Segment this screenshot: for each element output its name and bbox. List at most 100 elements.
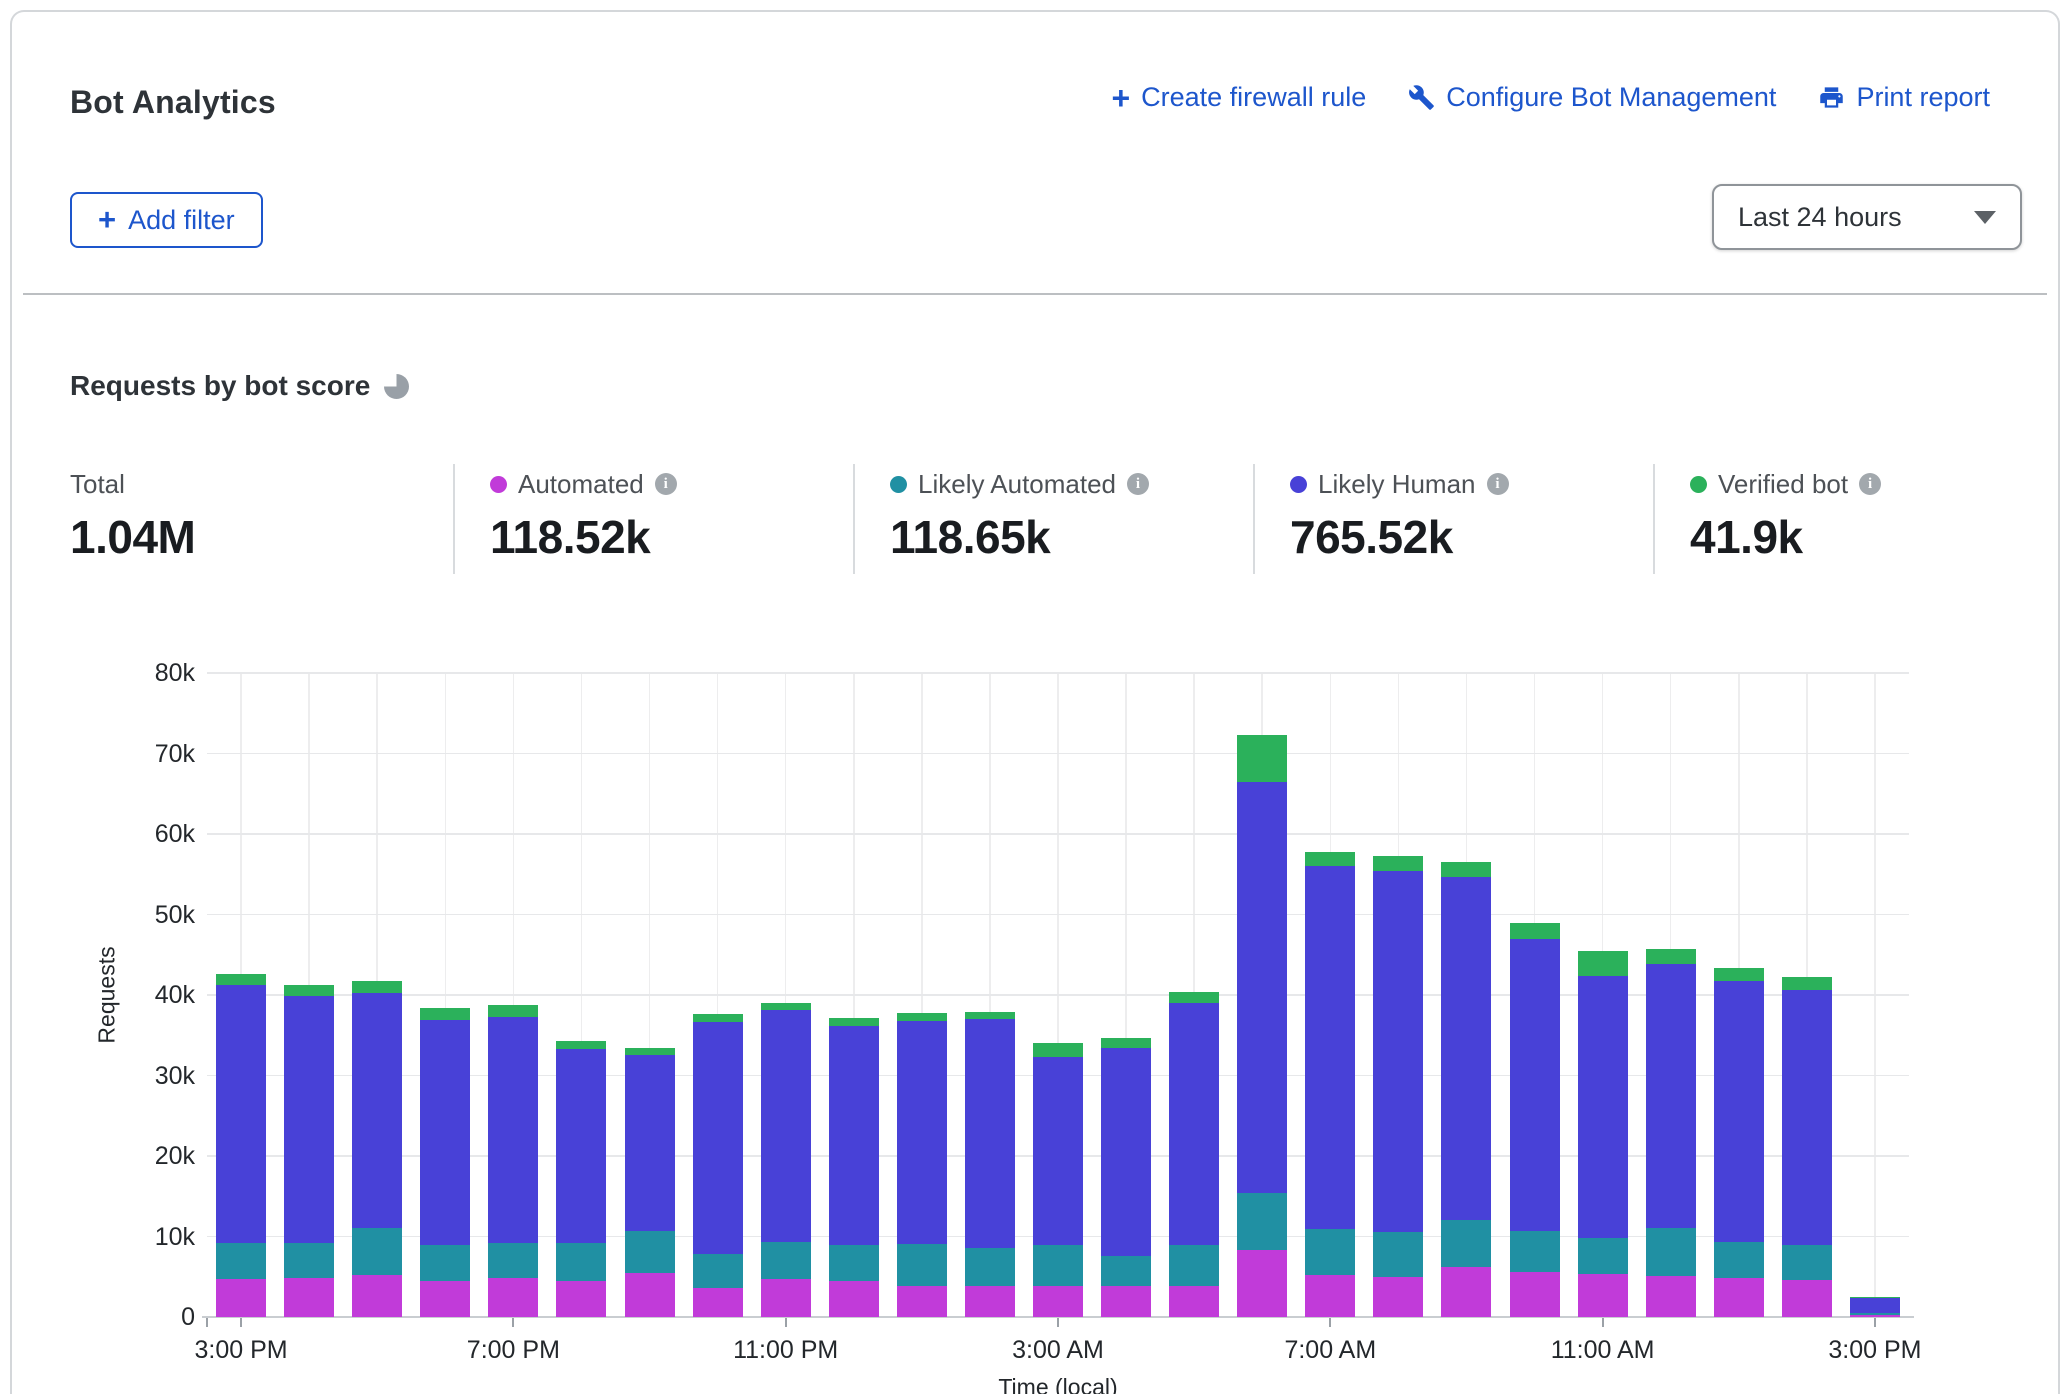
likely-human-segment <box>556 1049 606 1243</box>
x-tick <box>1329 1318 1331 1327</box>
x-tick-label: 3:00 AM <box>968 1336 1148 1365</box>
verified-bot-segment <box>216 974 266 984</box>
likely-automated-segment <box>1305 1229 1355 1275</box>
bar-23[interactable] <box>1782 673 1832 1317</box>
automated-segment <box>1169 1286 1219 1317</box>
bar-15[interactable] <box>1237 673 1287 1317</box>
automated-segment <box>693 1288 743 1317</box>
bot-analytics-card: Bot Analytics + Create firewall rule Con… <box>10 10 2060 1394</box>
y-tick-label: 80k <box>100 659 195 687</box>
automated-segment <box>625 1273 675 1317</box>
likely-automated-segment <box>1850 1313 1900 1315</box>
likely-automated-segment <box>284 1243 334 1278</box>
verified-bot-segment <box>556 1041 606 1049</box>
verified-bot-segment <box>1033 1043 1083 1057</box>
likely-human-segment <box>352 993 402 1228</box>
x-tick-label: 3:00 PM <box>151 1336 331 1365</box>
automated-segment <box>1373 1277 1423 1317</box>
bar-18[interactable] <box>1441 673 1491 1317</box>
bar-7[interactable] <box>693 673 743 1317</box>
verified-bot-segment <box>693 1014 743 1023</box>
x-tick <box>1602 1318 1604 1327</box>
likely-human-segment <box>1441 877 1491 1219</box>
x-tick <box>1874 1318 1876 1327</box>
automated-segment <box>965 1286 1015 1317</box>
automated-segment <box>761 1279 811 1317</box>
bar-13[interactable] <box>1101 673 1151 1317</box>
verified-bot-segment <box>284 985 334 995</box>
likely-automated-segment <box>1782 1245 1832 1280</box>
bar-21[interactable] <box>1646 673 1696 1317</box>
likely-automated-segment <box>1033 1245 1083 1285</box>
bar-6[interactable] <box>625 673 675 1317</box>
automated-segment <box>829 1281 879 1317</box>
chart-plot-area <box>207 673 1909 1317</box>
bar-19[interactable] <box>1510 673 1560 1317</box>
verified-bot-segment <box>1169 992 1219 1003</box>
automated-segment <box>1850 1315 1900 1317</box>
likely-human-segment <box>1782 990 1832 1244</box>
likely-automated-segment <box>488 1243 538 1278</box>
y-tick-label: 70k <box>100 740 195 768</box>
likely-automated-segment <box>897 1244 947 1286</box>
verified-bot-segment <box>1305 852 1355 866</box>
y-tick-label: 10k <box>100 1223 195 1251</box>
x-tick-label: 11:00 AM <box>1513 1336 1693 1365</box>
verified-bot-segment <box>1782 977 1832 991</box>
verified-bot-segment <box>352 981 402 993</box>
likely-automated-segment <box>1101 1256 1151 1286</box>
bar-0[interactable] <box>216 673 266 1317</box>
likely-automated-segment <box>829 1245 879 1281</box>
bar-5[interactable] <box>556 673 606 1317</box>
likely-automated-segment <box>1578 1238 1628 1274</box>
likely-automated-segment <box>761 1242 811 1279</box>
bar-2[interactable] <box>352 673 402 1317</box>
likely-human-segment <box>488 1017 538 1243</box>
likely-automated-segment <box>420 1245 470 1281</box>
bar-17[interactable] <box>1373 673 1423 1317</box>
verified-bot-segment <box>1850 1297 1900 1298</box>
likely-automated-segment <box>1373 1232 1423 1276</box>
bar-11[interactable] <box>965 673 1015 1317</box>
bar-9[interactable] <box>829 673 879 1317</box>
bar-16[interactable] <box>1305 673 1355 1317</box>
bar-1[interactable] <box>284 673 334 1317</box>
bar-22[interactable] <box>1714 673 1764 1317</box>
verified-bot-segment <box>1578 951 1628 976</box>
bar-10[interactable] <box>897 673 947 1317</box>
likely-human-segment <box>1169 1003 1219 1245</box>
bar-12[interactable] <box>1033 673 1083 1317</box>
likely-human-segment <box>1578 976 1628 1238</box>
automated-segment <box>1578 1274 1628 1317</box>
likely-automated-segment <box>1237 1193 1287 1250</box>
automated-segment <box>1646 1276 1696 1317</box>
x-tick <box>240 1318 242 1327</box>
bar-4[interactable] <box>488 673 538 1317</box>
automated-segment <box>488 1278 538 1317</box>
automated-segment <box>284 1278 334 1317</box>
bar-20[interactable] <box>1578 673 1628 1317</box>
automated-segment <box>1441 1267 1491 1317</box>
likely-human-segment <box>1305 866 1355 1229</box>
likely-automated-segment <box>352 1228 402 1275</box>
bar-3[interactable] <box>420 673 470 1317</box>
automated-segment <box>1782 1280 1832 1317</box>
verified-bot-segment <box>1441 862 1491 877</box>
verified-bot-segment <box>488 1005 538 1017</box>
verified-bot-segment <box>1373 856 1423 871</box>
verified-bot-segment <box>625 1048 675 1055</box>
automated-segment <box>1101 1286 1151 1317</box>
automated-segment <box>1510 1272 1560 1317</box>
bar-14[interactable] <box>1169 673 1219 1317</box>
likely-human-segment <box>625 1055 675 1230</box>
likely-human-segment <box>965 1019 1015 1248</box>
bar-8[interactable] <box>761 673 811 1317</box>
verified-bot-segment <box>1646 949 1696 964</box>
likely-human-segment <box>1850 1298 1900 1313</box>
y-tick-label: 40k <box>100 981 195 1009</box>
y-tick-label: 30k <box>100 1062 195 1090</box>
likely-automated-segment <box>1169 1245 1219 1286</box>
automated-segment <box>556 1281 606 1317</box>
verified-bot-segment <box>1101 1038 1151 1048</box>
bar-24[interactable] <box>1850 673 1900 1317</box>
